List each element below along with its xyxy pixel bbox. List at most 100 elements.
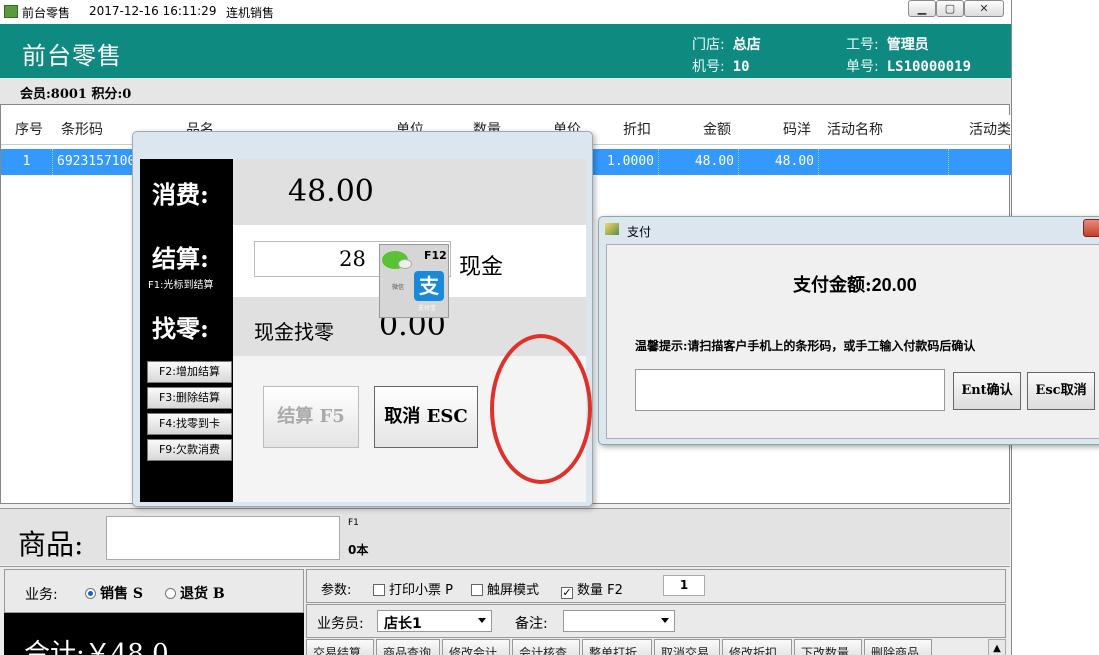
app-icon [4, 5, 18, 18]
cash-label: 现金 [459, 255, 504, 280]
note-select[interactable] [563, 610, 675, 632]
cell-seq: 1 [1, 149, 53, 175]
fkey-button-9[interactable]: 删除商品 [864, 639, 932, 655]
radio-icon [165, 588, 176, 599]
datetime: 2017-12-16 16:11:29 [89, 4, 217, 18]
staff-select[interactable]: 店长1 [377, 610, 492, 632]
change-to-card-button[interactable]: F4:找零到卡 [147, 413, 232, 435]
product-hint-key: F1 [348, 518, 359, 528]
chevron-down-icon [478, 618, 486, 623]
side-button-panel: F2:增加结算 F3:删除结算 F4:找零到卡 F9:欠款消费 [140, 356, 233, 502]
payment-dialog-title: 支付 [627, 225, 652, 239]
highlight-circle [490, 334, 592, 484]
wechat-bubble-icon [398, 259, 412, 269]
cell-activity [819, 149, 949, 175]
product-input[interactable] [106, 516, 340, 560]
business-label: 业务: [25, 587, 58, 603]
print-receipt-checkbox[interactable]: 打印小票 P [373, 579, 453, 598]
payment-body: 支付金额:20.00 温馨提示:请扫描客户手机上的条形码，或手工输入付款码后确认… [606, 244, 1099, 439]
return-radio[interactable]: 退货 B [165, 583, 225, 603]
cell-amount: 48.00 [659, 149, 739, 175]
settle-label: 结算: [152, 244, 209, 273]
chevron-down-icon [661, 618, 669, 623]
alipay-label: 支付宝 [418, 305, 437, 312]
fkey-button-4[interactable]: 会计核查 [512, 639, 580, 655]
col-seq: 序号 [15, 122, 43, 138]
fkey-button-6[interactable]: 取消交易 [654, 639, 720, 655]
cancel-button[interactable]: 取消 ESC [374, 386, 478, 448]
radio-selected-icon [85, 588, 96, 599]
payment-icon [605, 223, 619, 235]
fkey-button-3[interactable]: 修改会计 [442, 639, 510, 655]
scroll-up-icon[interactable]: ▲ [988, 639, 1006, 655]
pay-hotkey: F12 [424, 249, 447, 262]
payment-dialog: 支付 支付金额:20.00 温馨提示:请扫描客户手机上的条形码，或手工输入付款码… [598, 216, 1099, 445]
staff-info: 工号: 管理员 [846, 37, 929, 53]
order-info: 单号: LS10000019 [846, 59, 972, 75]
debt-consume-button[interactable]: F9:欠款消费 [147, 439, 232, 461]
business-total-panel: 业务: 销售 S 退货 B 合计:￥48.0 [4, 569, 304, 655]
fkey-button-5[interactable]: 整单打折 [582, 639, 652, 655]
pay-tip: 温馨提示:请扫描客户手机上的条形码，或手工输入付款码后确认 [635, 339, 976, 353]
settle-hint: F1:光标到结算 [148, 280, 214, 291]
store-info: 门店: 总店 [692, 37, 761, 53]
sale-radio[interactable]: 销售 S [85, 583, 143, 603]
change-text: 现金找零 [254, 320, 334, 344]
fkey-button-1[interactable]: 交易结算 [306, 639, 374, 655]
total-amount: 合计:￥48.0 [24, 639, 169, 655]
consume-row: 48.00 [233, 159, 586, 225]
col-list-price: 码洋 [783, 122, 811, 138]
fkey-button-7[interactable]: 修改折扣 [722, 639, 792, 655]
checkbox-icon [471, 584, 483, 596]
pay-code-input[interactable] [635, 369, 945, 411]
note-label: 备注: [515, 616, 548, 632]
bottom-panel: 业务: 销售 S 退货 B 合计:￥48.0 参数: 打印小票 P 触屏模式 ✓… [0, 566, 1010, 655]
product-count: 0本 [348, 543, 369, 557]
wechat-label: 微信 [392, 284, 405, 291]
col-discount: 折扣 [623, 122, 651, 138]
cell-list-price: 48.00 [739, 149, 819, 175]
qty-checkbox[interactable]: ✓ 数量 F2 [561, 579, 623, 599]
title-bar: 前台零售 2017-12-16 16:11:29 连机销售 ▁ ▢ ✕ [0, 0, 1011, 24]
cancel-pay-button[interactable]: Esc取消 [1027, 372, 1095, 410]
fkey-button-8[interactable]: 下改数量 [794, 639, 862, 655]
params-label: 参数: [321, 583, 352, 598]
header-bar: 前台零售 门店: 总店 机号: 10 工号: 管理员 单号: LS10000019 [0, 24, 1011, 78]
scan-pay-button[interactable]: F12 微信 支 支付宝 [379, 244, 449, 318]
close-icon[interactable] [1083, 219, 1099, 237]
close-button[interactable]: ✕ [964, 0, 1004, 17]
alipay-icon: 支 [414, 271, 444, 301]
machine-info: 机号: 10 [692, 59, 750, 75]
delete-settlement-button[interactable]: F3:删除结算 [147, 387, 232, 409]
settle-button[interactable]: 结算 F5 [263, 386, 359, 448]
touch-mode-checkbox[interactable]: 触屏模式 [471, 579, 539, 598]
maximize-button[interactable]: ▢ [936, 0, 964, 17]
checkmark-icon: ✓ [561, 586, 573, 599]
cell-barcode: 6923157100 [53, 149, 135, 175]
member-info: 会员:8001 积分:0 [0, 78, 1011, 104]
business-type: 业务: 销售 S 退货 B [4, 569, 304, 613]
cell-discount: 1.0000 [589, 149, 659, 175]
params-row: 参数: 打印小票 P 触屏模式 ✓ 数量 F2 1 [306, 569, 1006, 603]
checkbox-icon [373, 584, 385, 596]
fkey-button-2[interactable]: 商品查询 [376, 639, 440, 655]
connection-mode: 连机销售 [226, 6, 275, 20]
staff-row: 业务员: 店长1 备注: [306, 604, 1006, 638]
change-label: 找零: [152, 314, 209, 343]
staff-label: 业务员: [317, 616, 364, 632]
product-label: 商品: [18, 528, 84, 561]
col-amount: 金额 [703, 122, 731, 138]
staff-select-value: 店长1 [384, 616, 422, 632]
confirm-button[interactable]: Ent确认 [953, 372, 1021, 410]
pay-amount: 支付金额:20.00 [793, 275, 917, 296]
consume-value: 48.00 [288, 174, 374, 209]
minimize-button[interactable]: ▁ [908, 0, 936, 17]
qty-input[interactable]: 1 [663, 575, 705, 596]
col-barcode: 条形码 [61, 122, 103, 138]
col-activity: 活动名称 [827, 122, 883, 138]
consume-label: 消费: [152, 180, 209, 209]
window-title: 前台零售 [22, 6, 71, 20]
add-settlement-button[interactable]: F2:增加结算 [147, 361, 232, 383]
col-activity-type: 活动类 [969, 122, 1011, 138]
page-title: 前台零售 [22, 42, 122, 70]
